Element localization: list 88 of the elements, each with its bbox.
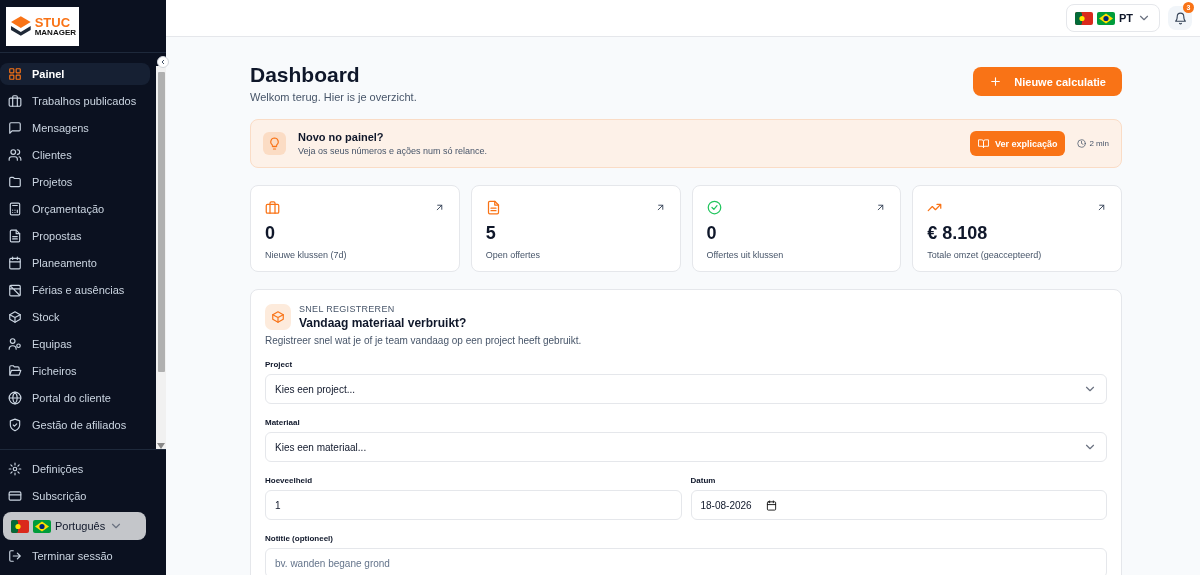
scroll-down-icon[interactable] xyxy=(157,443,165,449)
stat-label: Offertes uit klussen xyxy=(706,250,785,260)
nav-item[interactable]: Painel xyxy=(0,63,150,85)
date-field[interactable]: 18-08-2026 xyxy=(690,490,1107,520)
logo-mark-icon xyxy=(9,14,33,38)
language-selector[interactable]: PT xyxy=(1065,4,1160,32)
project-select[interactable]: Kies een project... xyxy=(265,374,1107,404)
flag-icon xyxy=(11,519,29,533)
material-select[interactable]: Kies een materiaal... xyxy=(265,432,1107,462)
stat-card[interactable]: € 8.108 Totale omzet (geaccepteerd) xyxy=(912,185,1122,272)
clock-icon xyxy=(1077,139,1087,148)
nav-item[interactable]: Ficheiros xyxy=(0,360,150,382)
field-label: Materiaal xyxy=(265,418,301,427)
users-icon xyxy=(8,148,22,162)
globe-icon xyxy=(8,391,22,405)
nav-item[interactable]: Equipas xyxy=(0,333,150,355)
language-selector[interactable]: Português xyxy=(3,512,146,540)
package-icon xyxy=(271,310,285,324)
section-description: Registreer snel wat je of je team vandaag op een project heeft gebruikt. xyxy=(265,335,583,346)
field-label: Project xyxy=(265,360,294,369)
calendar-icon xyxy=(8,256,22,270)
briefcase-icon xyxy=(8,94,22,108)
nav-item[interactable]: Clientes xyxy=(0,144,150,166)
field-label: Notitie (optioneel) xyxy=(265,534,334,543)
nav-item[interactable]: Propostas xyxy=(0,225,150,247)
document-icon xyxy=(8,229,22,243)
stat-value: 0 xyxy=(706,223,718,244)
banner-title: Novo no painel? xyxy=(298,131,385,143)
flag-icon xyxy=(1096,11,1115,25)
stat-card[interactable]: 5 Open offertes xyxy=(470,185,681,272)
plus-icon xyxy=(989,75,1003,88)
stat-label: Nieuwe klussen (7d) xyxy=(265,250,348,260)
page-subtitle: Welkom terug. Hier is je overzicht. xyxy=(250,91,417,103)
nav-item[interactable]: Definições xyxy=(0,458,160,480)
nav-item[interactable]: Férias e ausências xyxy=(0,279,150,301)
grid-icon xyxy=(8,67,22,81)
stat-label: Open offertes xyxy=(485,250,542,260)
nav-item[interactable]: Subscrição xyxy=(0,485,160,507)
stat-card[interactable]: 0 Offertes uit klussen xyxy=(691,185,902,272)
chat-icon xyxy=(8,121,22,135)
calculator-icon xyxy=(8,202,22,216)
logout-item[interactable]: Terminar sessão xyxy=(0,545,160,567)
section-title: Vandaag materiaal verbruikt? xyxy=(299,316,467,330)
arrow-up-right-icon xyxy=(1096,202,1107,213)
note-field[interactable]: bv. wanden begane grond xyxy=(265,548,1107,575)
logo-subtext: MANAGER xyxy=(34,28,76,37)
banner-text: Veja os seus números e ações num só relance. xyxy=(298,146,488,156)
collapse-button[interactable] xyxy=(157,56,169,68)
check-circle-icon xyxy=(706,200,722,215)
nav-item[interactable]: Orçamentação xyxy=(0,198,150,220)
folder-open-icon xyxy=(8,364,22,378)
section-eyebrow: SNEL REGISTREREN xyxy=(299,304,396,314)
lightbulb-icon xyxy=(268,137,281,150)
quantity-field[interactable]: 1 xyxy=(265,490,682,520)
nav-item[interactable]: Trabalhos publicados xyxy=(0,90,150,112)
nav-item[interactable]: Mensagens xyxy=(0,117,150,139)
nav-item[interactable]: Projetos xyxy=(0,171,150,193)
book-icon xyxy=(977,138,989,149)
logo-text: STUC xyxy=(34,15,72,29)
box-icon xyxy=(8,310,22,324)
stat-value: 0 xyxy=(265,223,276,244)
briefcase-icon xyxy=(265,200,280,215)
calendar-icon xyxy=(765,499,777,511)
calendar-off-icon xyxy=(8,283,22,297)
nav-item[interactable]: Planeamento xyxy=(0,252,150,274)
logout-icon xyxy=(8,549,22,563)
stat-value: 5 xyxy=(485,223,497,244)
shield-icon xyxy=(8,418,22,432)
page-title: Dashboard xyxy=(250,63,361,87)
stat-label: Totale omzet (geaccepteerd) xyxy=(927,250,1043,260)
card-icon xyxy=(8,489,22,503)
nav-item[interactable]: Stock xyxy=(0,306,150,328)
chevron-left-icon xyxy=(159,58,167,66)
stat-value: € 8.108 xyxy=(927,223,989,244)
field-label: Hoeveelheid xyxy=(265,476,314,485)
settings-icon xyxy=(8,462,22,476)
team-icon xyxy=(8,337,22,351)
field-label: Datum xyxy=(690,476,717,485)
duration-text: 2 min xyxy=(1077,139,1109,148)
stat-card[interactable]: 0 Nieuwe klussen (7d) xyxy=(250,185,460,272)
scrollbar[interactable] xyxy=(156,66,166,449)
folder-icon xyxy=(8,175,22,189)
flag-icon xyxy=(33,519,51,533)
flag-icon xyxy=(1074,11,1093,25)
document-icon xyxy=(485,200,501,215)
nav-item[interactable]: Gestão de afiliados xyxy=(0,414,150,436)
nav-item[interactable]: Portal do cliente xyxy=(0,387,150,409)
bell-icon xyxy=(1173,11,1187,25)
